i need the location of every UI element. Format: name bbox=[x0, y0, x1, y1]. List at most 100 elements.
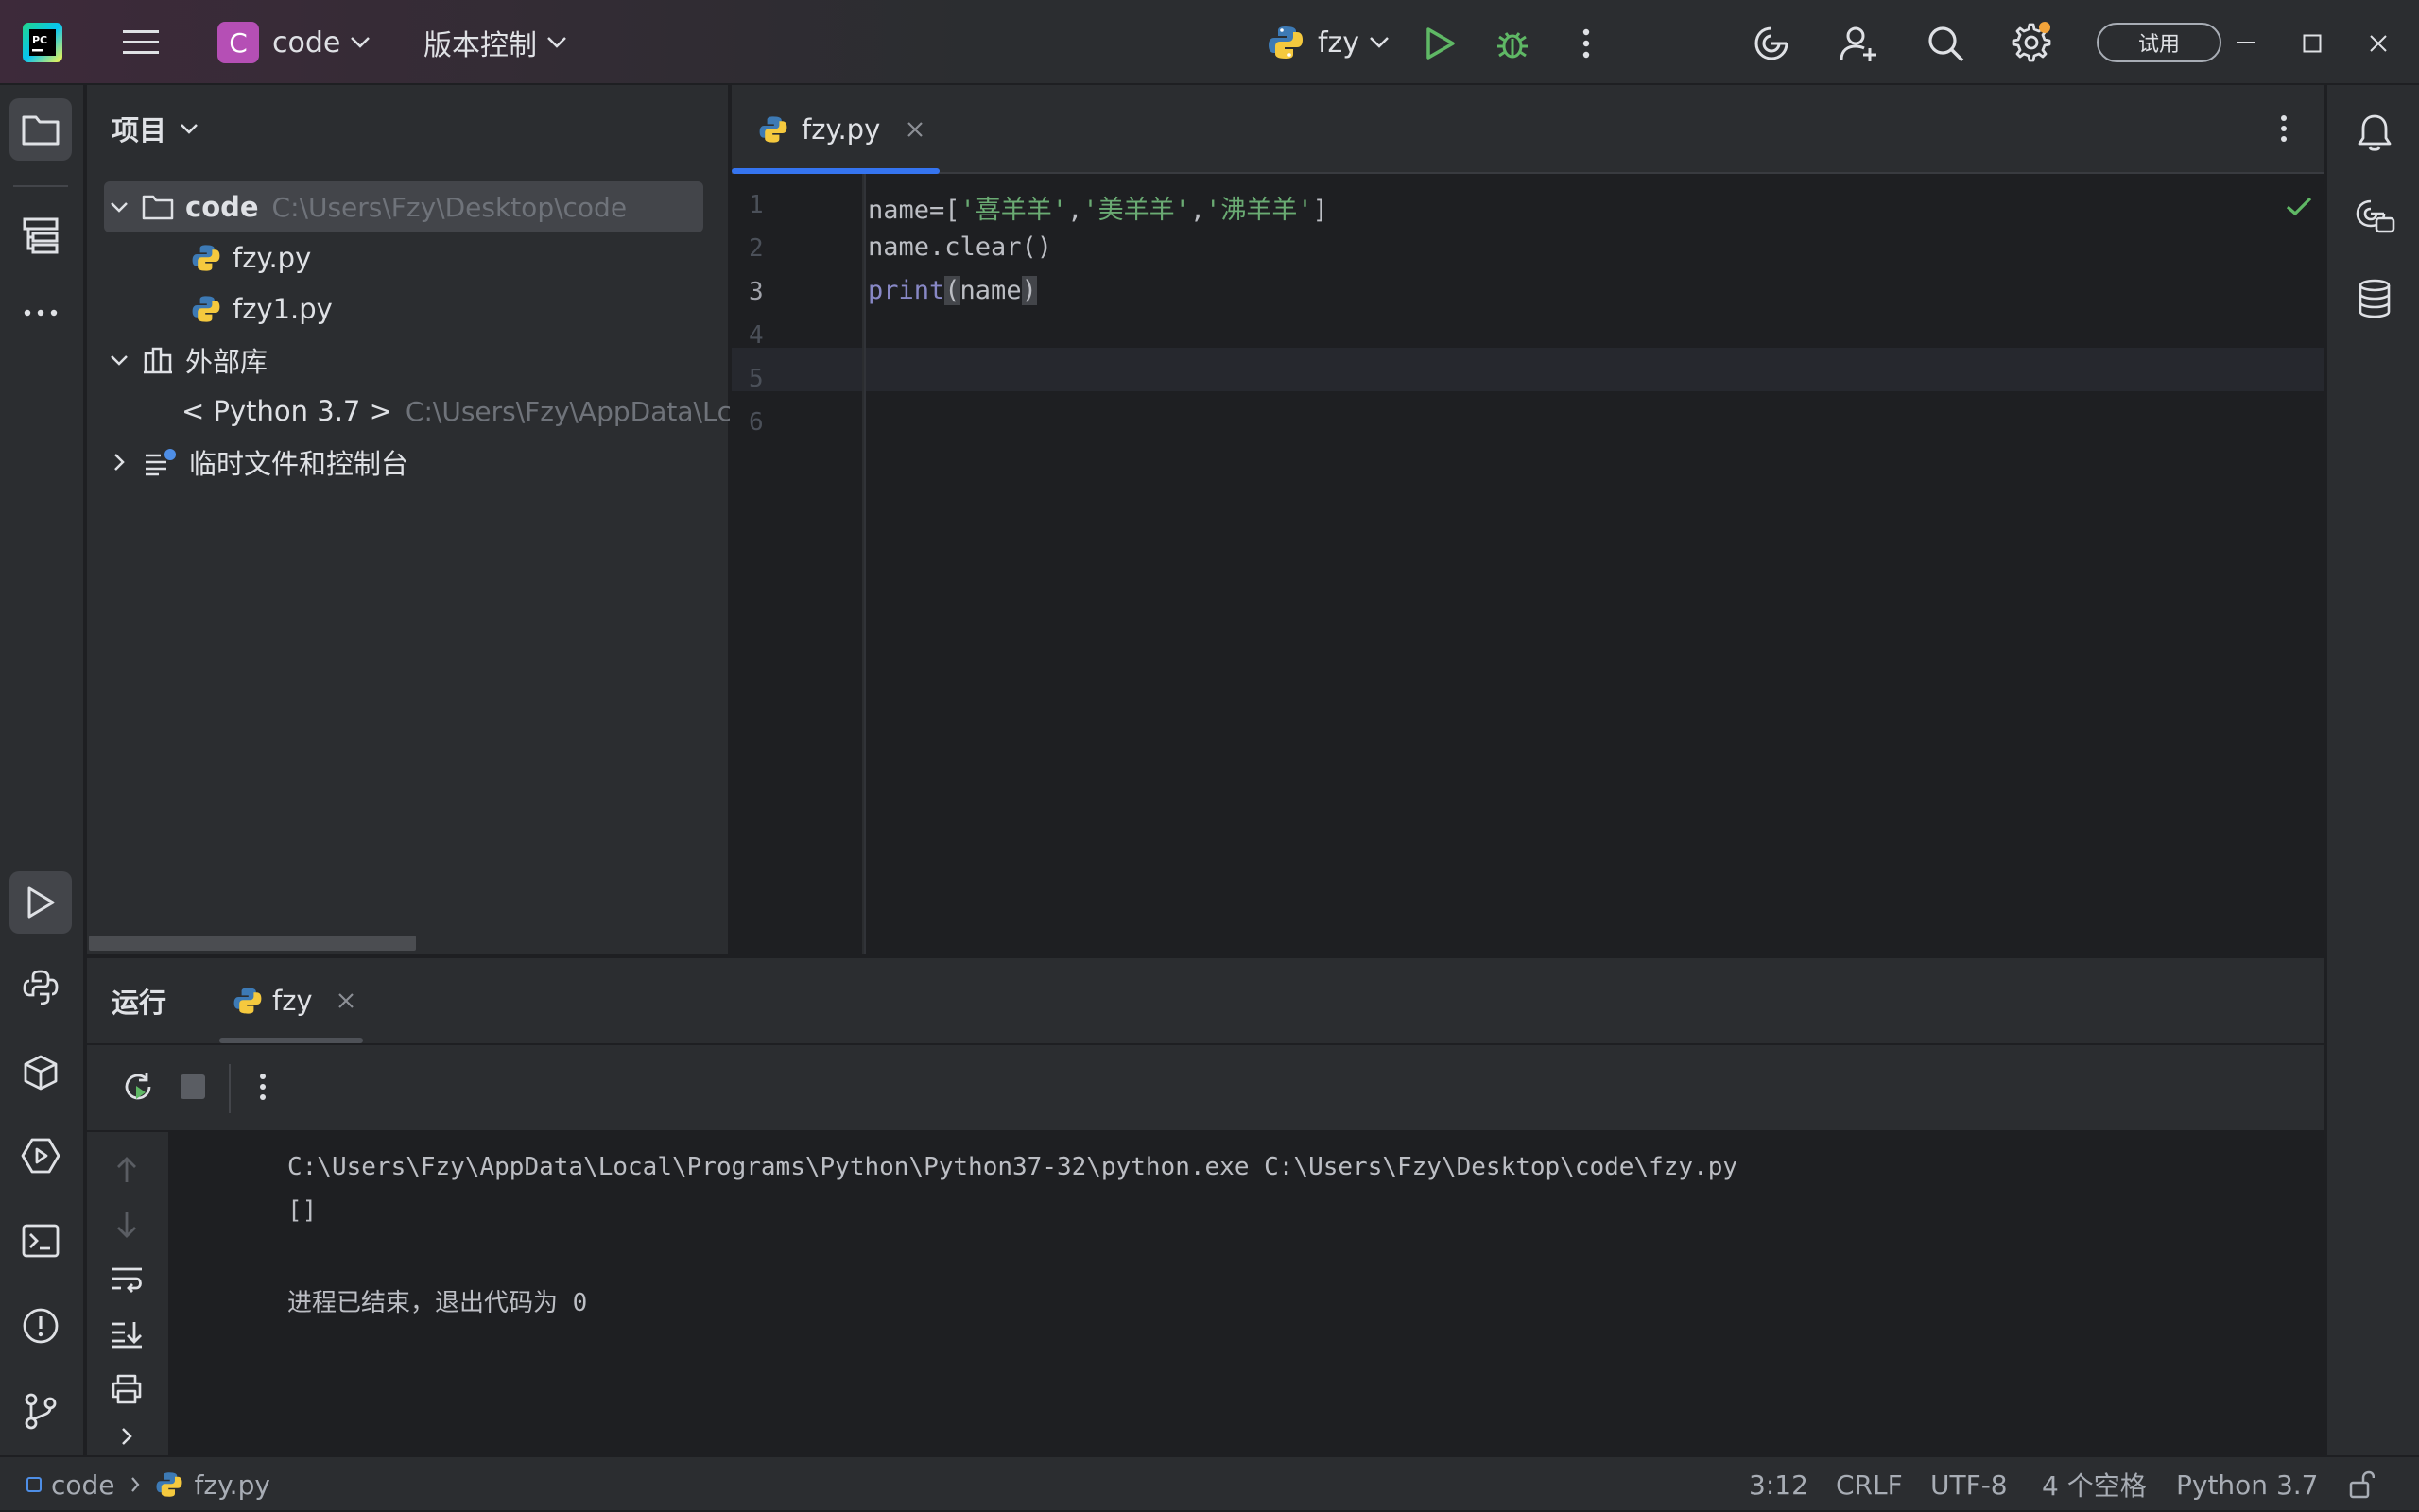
run-tool-icon[interactable] bbox=[9, 871, 72, 934]
chevron-right-icon[interactable] bbox=[113, 453, 125, 472]
more-tool-windows-icon[interactable] bbox=[9, 289, 72, 336]
close-tab-icon[interactable] bbox=[907, 121, 924, 138]
soft-wrap-icon[interactable] bbox=[106, 1259, 147, 1300]
print-icon[interactable] bbox=[106, 1368, 147, 1410]
editor-more-icon[interactable] bbox=[2263, 108, 2305, 149]
python-file-icon bbox=[759, 116, 787, 143]
external-libraries-label: 外部库 bbox=[185, 346, 268, 378]
tab-fzy-py[interactable]: fzy.py bbox=[732, 85, 942, 174]
git-branch-icon[interactable] bbox=[9, 1380, 72, 1442]
tree-row-external-libraries[interactable]: 外部库 bbox=[87, 335, 730, 386]
run-tab-fzy[interactable]: fzy bbox=[219, 958, 365, 1043]
console-output[interactable]: C:\Users\Fzy\AppData\Local\Programs\Pyth… bbox=[170, 1132, 2324, 1455]
tree-row-file[interactable]: fzy1.py bbox=[87, 284, 730, 335]
python-console-icon[interactable] bbox=[9, 956, 72, 1019]
chevron-down-icon bbox=[547, 37, 566, 48]
project-panel-title: 项目 bbox=[112, 114, 167, 146]
folder-icon bbox=[142, 195, 174, 220]
python-sdk-path: C:\Users\Fzy\AppData\Lc bbox=[405, 395, 730, 427]
settings-gear-icon[interactable] bbox=[2010, 21, 2053, 64]
tab-label: fzy.py bbox=[802, 113, 881, 146]
library-icon bbox=[144, 347, 172, 374]
code-text-area[interactable]: name=['喜羊羊','美羊羊','沸羊羊'] name.clear() pr… bbox=[732, 174, 2324, 954]
chevron-right-icon bbox=[130, 1477, 139, 1492]
read-only-lock-icon[interactable] bbox=[2348, 1457, 2375, 1512]
breadcrumb-file[interactable]: fzy.py bbox=[195, 1469, 270, 1501]
tree-row-file[interactable]: fzy.py bbox=[87, 232, 730, 284]
close-tab-icon[interactable] bbox=[337, 992, 354, 1009]
run-config-name: fzy bbox=[1318, 26, 1360, 60]
rerun-icon[interactable] bbox=[117, 1066, 159, 1108]
run-tab-label: fzy bbox=[272, 985, 313, 1017]
structure-icon[interactable] bbox=[9, 204, 72, 266]
notifications-bell-icon[interactable] bbox=[2348, 106, 2401, 159]
breadcrumb-project[interactable]: code bbox=[51, 1469, 115, 1501]
python-icon bbox=[233, 988, 262, 1014]
chevron-down-icon bbox=[1370, 37, 1389, 48]
project-name: code bbox=[272, 26, 341, 60]
line-separator[interactable]: CRLF bbox=[1836, 1457, 1903, 1512]
scratches-icon bbox=[146, 449, 176, 476]
maximize-window-icon[interactable] bbox=[2291, 23, 2333, 64]
chevron-down-icon bbox=[181, 124, 198, 134]
close-window-icon[interactable] bbox=[2358, 23, 2399, 64]
python-file-icon bbox=[192, 245, 220, 271]
search-icon[interactable] bbox=[1925, 23, 1966, 64]
svg-text:PC: PC bbox=[32, 34, 47, 46]
status-bar: code fzy.py 3:12 CRLF UTF-8 4 个空格 Python… bbox=[0, 1455, 2419, 1510]
editor-tabs: fzy.py bbox=[732, 85, 2324, 174]
ai-assistant-icon[interactable] bbox=[1751, 23, 1792, 64]
minimize-window-icon[interactable] bbox=[2225, 23, 2267, 64]
services-icon[interactable] bbox=[9, 1125, 72, 1187]
module-icon bbox=[26, 1477, 42, 1492]
database-icon[interactable] bbox=[2348, 272, 2401, 325]
ai-chat-icon[interactable] bbox=[2348, 191, 2401, 244]
breadcrumb: code fzy.py bbox=[26, 1457, 270, 1512]
python-packages-icon[interactable] bbox=[9, 1041, 72, 1104]
more-actions-icon[interactable] bbox=[1565, 23, 1607, 64]
stop-icon[interactable] bbox=[172, 1066, 214, 1108]
run-panel-header: 运行 fzy bbox=[87, 958, 2324, 1043]
pycharm-logo-icon[interactable]: PC bbox=[23, 23, 62, 62]
vcs-menu[interactable]: 版本控制 bbox=[423, 0, 567, 85]
caret-position[interactable]: 3:12 bbox=[1749, 1457, 1808, 1512]
run-icon[interactable] bbox=[1420, 23, 1461, 64]
project-tool-folder-icon[interactable] bbox=[9, 98, 72, 161]
left-tool-window-bar bbox=[0, 85, 85, 1455]
project-panel-header[interactable]: 项目 bbox=[112, 108, 199, 149]
chevron-down-icon[interactable] bbox=[110, 354, 129, 366]
horizontal-scrollbar[interactable] bbox=[89, 936, 416, 951]
tree-row-project-root[interactable]: code C:\Users\Fzy\Desktop\code bbox=[87, 181, 730, 232]
console-command-line: C:\Users\Fzy\AppData\Local\Programs\Pyth… bbox=[287, 1153, 1738, 1181]
trial-badge[interactable]: 试用 bbox=[2097, 23, 2221, 62]
trial-badge-label: 试用 bbox=[2137, 33, 2180, 57]
python-icon bbox=[1269, 26, 1303, 59]
debug-icon[interactable] bbox=[1492, 23, 1533, 64]
chevron-down-icon[interactable] bbox=[110, 201, 129, 213]
chevron-right-icon[interactable] bbox=[106, 1419, 147, 1453]
inspection-ok-icon[interactable] bbox=[2282, 189, 2316, 223]
editor-area: fzy.py 1 2 3 4 5 6 name=['喜羊羊','美羊羊','沸羊… bbox=[732, 85, 2324, 954]
python-interpreter[interactable]: Python 3.7 bbox=[2176, 1457, 2319, 1512]
problems-icon[interactable] bbox=[9, 1295, 72, 1357]
project-tool-window: 项目 code C:\Users\Fzy\Desktop\code fzy.py… bbox=[87, 85, 730, 954]
chevron-down-icon bbox=[351, 37, 371, 48]
file-encoding[interactable]: UTF-8 bbox=[1930, 1457, 2008, 1512]
terminal-icon[interactable] bbox=[9, 1210, 72, 1272]
file-name: fzy1.py bbox=[233, 293, 333, 325]
project-switcher[interactable]: C code bbox=[217, 0, 371, 85]
run-config-selector[interactable]: fzy bbox=[1267, 0, 1390, 85]
scroll-down-icon[interactable] bbox=[106, 1204, 147, 1246]
add-user-icon[interactable] bbox=[1838, 23, 1879, 64]
indent-setting[interactable]: 4 个空格 bbox=[2042, 1457, 2147, 1512]
scroll-to-end-icon[interactable] bbox=[106, 1314, 147, 1355]
console-result-line: [] bbox=[287, 1196, 318, 1225]
console-exit-message: 进程已结束，退出代码为 0 bbox=[287, 1289, 588, 1317]
run-panel-title: 运行 bbox=[112, 987, 167, 1019]
tree-row-python-sdk[interactable]: < Python 3.7 > C:\Users\Fzy\AppData\Lc bbox=[87, 386, 730, 437]
run-tool-window: 运行 fzy C:\Users\Fzy\AppData\Local\Progra… bbox=[87, 956, 2324, 1457]
tree-row-scratches[interactable]: 临时文件和控制台 bbox=[87, 437, 730, 488]
main-menu-icon[interactable] bbox=[121, 23, 161, 62]
scroll-up-icon[interactable] bbox=[106, 1149, 147, 1191]
run-more-icon[interactable] bbox=[242, 1066, 284, 1108]
